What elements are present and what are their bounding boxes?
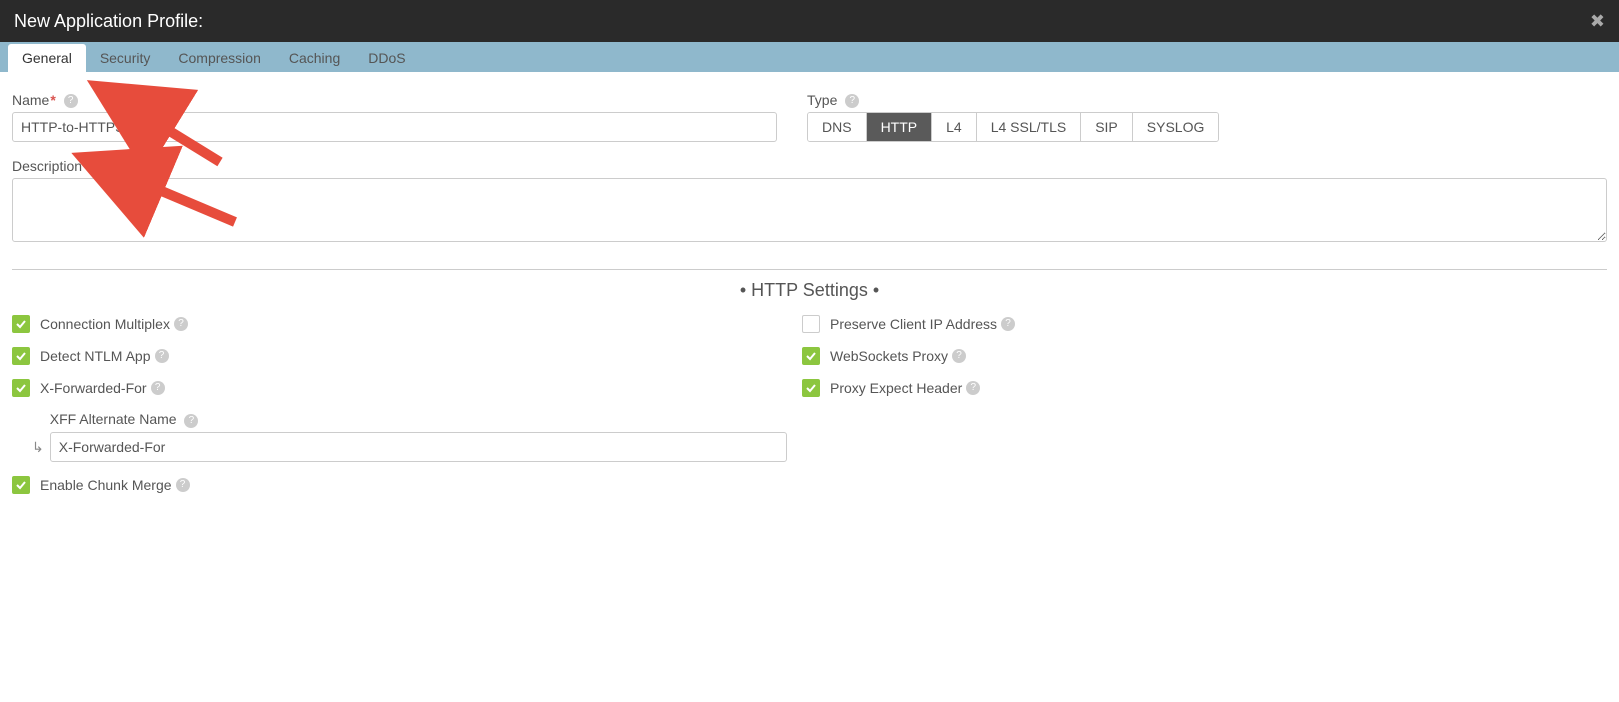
type-option-http[interactable]: HTTP xyxy=(867,113,933,141)
help-icon[interactable]: ? xyxy=(151,381,165,395)
checkbox-label: Proxy Expect Header xyxy=(830,380,962,396)
checkbox[interactable] xyxy=(802,379,820,397)
modal-title: New Application Profile: xyxy=(14,11,203,32)
required-star: * xyxy=(50,92,55,108)
checkbox-row: Detect NTLM App? xyxy=(12,347,802,365)
xff-sub-field: ↳ XFF Alternate Name ? xyxy=(32,411,802,461)
settings-left-column: Connection Multiplex?Detect NTLM App?X-F… xyxy=(12,315,802,507)
checkbox-label: Preserve Client IP Address xyxy=(830,316,997,332)
type-option-l4[interactable]: L4 xyxy=(932,113,977,141)
name-label: Name* ? xyxy=(12,92,78,108)
checkbox-row: Connection Multiplex? xyxy=(12,315,802,333)
checkbox[interactable] xyxy=(12,347,30,365)
xff-alt-label-text: XFF Alternate Name xyxy=(50,411,177,427)
type-option-sip[interactable]: SIP xyxy=(1081,113,1133,141)
checkbox[interactable] xyxy=(802,347,820,365)
checkbox-row: WebSockets Proxy? xyxy=(802,347,1607,365)
type-label-text: Type xyxy=(807,92,837,108)
description-label: Description xyxy=(12,158,82,174)
type-label: Type ? xyxy=(807,92,859,108)
checkbox[interactable] xyxy=(12,315,30,333)
checkbox-label: X-Forwarded-For xyxy=(40,380,147,396)
help-icon[interactable]: ? xyxy=(64,94,78,108)
description-input[interactable] xyxy=(12,178,1607,242)
checkbox-label: WebSockets Proxy xyxy=(830,348,948,364)
name-input[interactable] xyxy=(12,112,777,142)
content-area: Name* ? Type ? DNSHTTPL4L4 SSL/TLSSIPSYS… xyxy=(0,72,1619,520)
type-button-group: DNSHTTPL4L4 SSL/TLSSIPSYSLOG xyxy=(807,112,1219,142)
tab-caching[interactable]: Caching xyxy=(275,44,354,72)
help-icon[interactable]: ? xyxy=(155,349,169,363)
divider xyxy=(12,269,1607,270)
xff-alt-label: XFF Alternate Name ? xyxy=(50,411,199,427)
settings-right-column: Preserve Client IP Address?WebSockets Pr… xyxy=(802,315,1607,507)
tab-security[interactable]: Security xyxy=(86,44,165,72)
checkbox[interactable] xyxy=(802,315,820,333)
tab-ddos[interactable]: DDoS xyxy=(354,44,419,72)
checkbox-row: Proxy Expect Header? xyxy=(802,379,1607,397)
name-label-text: Name xyxy=(12,92,49,108)
help-icon[interactable]: ? xyxy=(1001,317,1015,331)
modal-header: New Application Profile: ✖ xyxy=(0,0,1619,42)
help-icon[interactable]: ? xyxy=(952,349,966,363)
checkbox[interactable] xyxy=(12,379,30,397)
help-icon[interactable]: ? xyxy=(966,381,980,395)
checkbox-label: Enable Chunk Merge xyxy=(40,477,172,493)
close-icon[interactable]: ✖ xyxy=(1590,11,1605,32)
checkbox-label: Connection Multiplex xyxy=(40,316,170,332)
help-icon[interactable]: ? xyxy=(176,478,190,492)
section-title: • HTTP Settings • xyxy=(12,280,1607,301)
type-option-syslog[interactable]: SYSLOG xyxy=(1133,113,1219,141)
type-option-dns[interactable]: DNS xyxy=(808,113,867,141)
checkbox-row: Preserve Client IP Address? xyxy=(802,315,1607,333)
help-icon[interactable]: ? xyxy=(845,94,859,108)
help-icon[interactable]: ? xyxy=(174,317,188,331)
tabs-bar: GeneralSecurityCompressionCachingDDoS xyxy=(0,42,1619,72)
checkbox-row: X-Forwarded-For? xyxy=(12,379,802,397)
xff-alt-input[interactable] xyxy=(50,432,787,462)
tab-compression[interactable]: Compression xyxy=(164,44,274,72)
corner-arrow-icon: ↳ xyxy=(32,439,44,456)
tab-general[interactable]: General xyxy=(8,44,86,72)
help-icon[interactable]: ? xyxy=(184,414,198,428)
checkbox[interactable] xyxy=(12,476,30,494)
type-option-l4ssltls[interactable]: L4 SSL/TLS xyxy=(977,113,1082,141)
checkbox-label: Detect NTLM App xyxy=(40,348,151,364)
checkbox-row: Enable Chunk Merge? xyxy=(12,476,802,494)
